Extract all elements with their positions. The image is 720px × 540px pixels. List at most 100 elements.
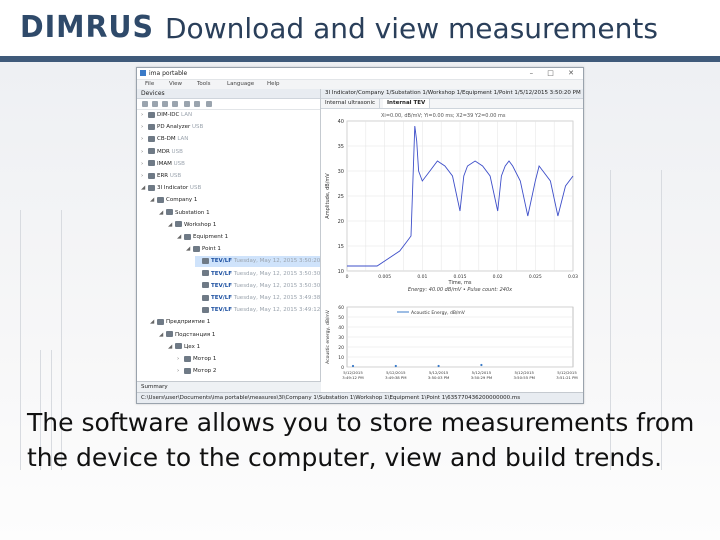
expand-arrow-icon[interactable]: ◢	[150, 317, 157, 328]
tree-item[interactable]: › CB-DM LAN	[141, 134, 320, 145]
download-icon[interactable]	[184, 101, 190, 107]
tab-internal-ultrasonic[interactable]: Internal ultrasonic	[321, 99, 381, 108]
tree-item[interactable]: ◢ 3I Indicator USB	[141, 183, 320, 194]
measurement-tabs: Internal ultrasonic Internal TEV	[321, 99, 583, 109]
y-tick-label: 20	[338, 219, 344, 225]
add-icon[interactable]	[142, 101, 148, 107]
expand-arrow-icon[interactable]: ›	[177, 354, 184, 365]
expand-arrow-icon[interactable]: ›	[141, 171, 148, 182]
remove-icon[interactable]	[152, 101, 158, 107]
tree-item-label: TEV/LF	[211, 270, 233, 277]
tree-item-detail: USB	[169, 148, 183, 155]
settings-icon[interactable]	[162, 101, 168, 107]
expand-arrow-icon[interactable]: ›	[141, 147, 148, 158]
window-controls[interactable]: – □ ✕	[530, 69, 580, 77]
tree-item-detail: USB	[171, 160, 185, 167]
x-tick-label: 3:51:21 PM	[556, 375, 577, 380]
tree-item-label: DIM-IDC	[157, 112, 180, 118]
expand-arrow-icon[interactable]: ◢	[177, 232, 184, 243]
node-icon	[184, 367, 191, 374]
y-tick-label: 60	[338, 305, 344, 311]
tree-item[interactable]: ◢ Equipment 1	[177, 232, 320, 243]
y-tick-label: 25	[338, 194, 344, 200]
tree-item[interactable]: › Мотор 1	[177, 354, 320, 365]
delete-icon[interactable]	[206, 101, 212, 107]
devices-pane: Devices › DIM-IDC LAN › PD Analyzer USB › CB-…	[137, 89, 330, 392]
tree-item-label: Мотор 2	[193, 368, 217, 375]
expand-arrow-icon[interactable]: ›	[141, 122, 148, 133]
tree-item-detail: USB	[190, 124, 204, 131]
tree-item-detail: LAN	[175, 136, 189, 143]
tree-item[interactable]: TEV/LF Tuesday, May 12, 2015 3:50:20 PM	[195, 256, 330, 268]
tree-item-label: TEV/LF	[211, 282, 233, 289]
tree-item[interactable]: › IMAM USB	[141, 159, 320, 170]
expand-arrow-icon[interactable]: ◢	[159, 208, 166, 219]
info-icon[interactable]	[172, 101, 178, 107]
app-window: ima portable – □ ✕ File View Tools Langu…	[136, 67, 584, 404]
devices-header: Devices	[137, 89, 320, 99]
x-tick-label: 0.02	[493, 274, 503, 280]
tree-item-label: PD Analyzer	[157, 124, 191, 131]
y-tick-label: 30	[338, 335, 344, 341]
node-icon	[157, 196, 164, 203]
x-tick-label: 3:49:12 PM	[342, 375, 363, 380]
y-tick-label: 10	[338, 355, 344, 361]
tree-item[interactable]: TEV/LF Tuesday, May 12, 2015 3:49:12 PM	[195, 305, 330, 316]
expand-arrow-icon[interactable]: ›	[141, 134, 148, 145]
devices-toolbar	[137, 99, 320, 110]
tree-item[interactable]: › MDR USB	[141, 147, 320, 158]
node-icon	[148, 172, 155, 179]
tree-item-label: Workshop 1	[184, 221, 217, 228]
tree-item-detail: USB	[188, 185, 202, 192]
tree-item[interactable]: TEV/LF Tuesday, May 12, 2015 3:50:30 PM	[195, 269, 330, 280]
tree-item[interactable]: ◢ Point 1	[186, 244, 320, 255]
menu-tools[interactable]: Tools	[197, 81, 211, 87]
measurement-pane: 3I Indicator/Company 1/Substation 1/Work…	[321, 89, 583, 392]
save-icon[interactable]	[194, 101, 200, 107]
tree-item[interactable]: › PD Analyzer USB	[141, 122, 320, 133]
tree-item-label: Предприятие 1	[166, 319, 211, 326]
tree-item[interactable]: ◢ Цех 1	[168, 342, 320, 353]
expand-arrow-icon[interactable]: ›	[141, 159, 148, 170]
summary-tab[interactable]: Summary	[137, 381, 324, 392]
menu-file[interactable]: File	[145, 81, 154, 87]
x-tick-label: 3:50:55 PM	[513, 375, 534, 380]
tree-item-label: MDR	[157, 148, 170, 155]
expand-arrow-icon[interactable]: ◢	[150, 195, 157, 206]
x-tick-label: 3:50:29 PM	[471, 375, 492, 380]
y-tick-label: 15	[338, 244, 344, 250]
expand-arrow-icon[interactable]: ›	[141, 110, 148, 121]
energy-trend-chart[interactable]: Acoustic Energy, dB/mV01020304050605/12/…	[321, 299, 583, 391]
tree-item-detail: Tuesday, May 12, 2015 3:49:12 PM	[232, 307, 331, 314]
amplitude-chart[interactable]: Xi=0.00, dB/mV; Yi=0.00 ms; X2=39 Y2=0.0…	[321, 109, 583, 299]
tree-item[interactable]: › ERR USB	[141, 171, 320, 182]
window-title: ima portable	[149, 70, 188, 77]
tree-item-label: Подстанция 1	[175, 331, 216, 338]
tree-item[interactable]: ◢ Предприятие 1	[150, 317, 320, 328]
expand-arrow-icon[interactable]: ◢	[159, 330, 166, 341]
menu-help[interactable]: Help	[267, 81, 280, 87]
expand-arrow-icon[interactable]: ◢	[168, 342, 175, 353]
node-icon	[175, 343, 182, 350]
expand-arrow-icon[interactable]: ◢	[168, 220, 175, 231]
expand-arrow-icon[interactable]: ◢	[186, 244, 193, 255]
tab-internal-tev[interactable]: Internal TEV	[383, 99, 431, 108]
tree-item[interactable]: ◢ Workshop 1	[168, 220, 320, 231]
tree-item[interactable]: › DIM-IDC LAN	[141, 110, 320, 121]
tree-item[interactable]: ◢ Substation 1	[159, 208, 320, 219]
tree-item[interactable]: ◢ Company 1	[150, 195, 320, 206]
tree-item[interactable]: TEV/LF Tuesday, May 12, 2015 3:50:30 PM	[195, 281, 330, 292]
tree-item[interactable]: › Мотор 2	[177, 366, 320, 377]
node-icon	[184, 233, 191, 240]
tree-item[interactable]: ◢ Подстанция 1	[159, 330, 320, 341]
tree-item-label: IMAM	[157, 160, 172, 167]
menu-language[interactable]: Language	[227, 81, 254, 87]
node-icon	[148, 148, 155, 155]
expand-arrow-icon[interactable]: ◢	[141, 183, 148, 194]
node-icon	[157, 318, 164, 325]
expand-arrow-icon[interactable]: ›	[177, 366, 184, 377]
trend-point	[480, 363, 483, 367]
slide-caption: The software allows you to store measure…	[27, 408, 695, 472]
menu-view[interactable]: View	[169, 81, 182, 87]
tree-item[interactable]: TEV/LF Tuesday, May 12, 2015 3:49:38 PM	[195, 293, 330, 304]
